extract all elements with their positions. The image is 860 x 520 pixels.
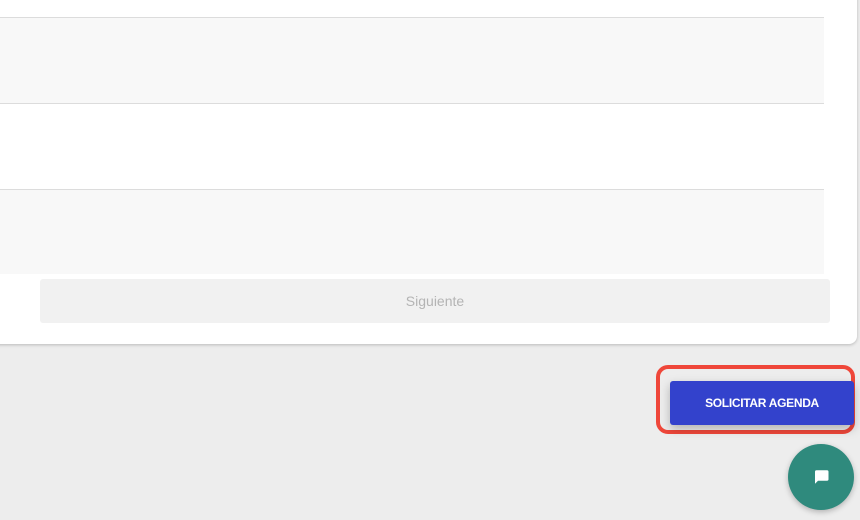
list-row xyxy=(0,104,824,190)
list-row xyxy=(0,0,824,18)
list-row xyxy=(0,190,824,274)
list-row xyxy=(0,18,824,104)
next-button[interactable]: Siguiente xyxy=(40,279,830,323)
request-agenda-button[interactable]: SOLICITAR AGENDA xyxy=(670,381,854,425)
form-card: Siguiente xyxy=(0,0,857,344)
chat-button[interactable] xyxy=(788,444,854,510)
chat-bubble-icon xyxy=(815,470,829,484)
